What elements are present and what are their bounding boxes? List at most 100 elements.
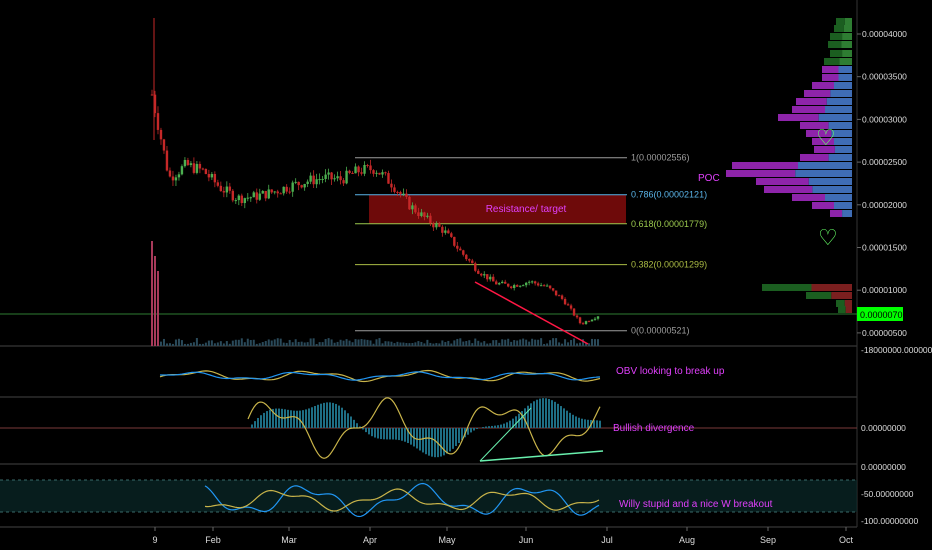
volume-profile-bar <box>830 210 843 217</box>
oscillator-bar <box>503 423 505 428</box>
volume-bar <box>264 340 267 346</box>
candle-body <box>566 304 570 306</box>
volume-bar <box>195 338 198 346</box>
oscillator-bar <box>545 398 547 428</box>
oscillator-bar <box>368 428 370 435</box>
volume-bar <box>390 341 393 346</box>
oscillator-bar <box>263 412 265 428</box>
volume-profile-bar <box>804 90 831 97</box>
candle-body <box>363 164 366 174</box>
volume-bar <box>291 342 294 346</box>
y-tick-label: 0.00003500 <box>862 72 907 82</box>
volume-bar <box>474 338 477 346</box>
volume-bar <box>318 342 321 346</box>
oscillator-bar <box>506 422 508 428</box>
candle-body <box>483 274 486 276</box>
y-tick-label: 0.00002000 <box>862 200 907 210</box>
fib-levels[interactable]: 1(0.00002556) 0.786(0.00002121) 0.618(0.00… <box>355 153 707 336</box>
candle-body <box>192 163 196 173</box>
oscillator-bar <box>440 428 442 457</box>
oscillator-bar <box>455 428 457 446</box>
candle-body <box>174 177 178 181</box>
candle-body <box>243 198 246 204</box>
oscillator-bar <box>278 408 280 428</box>
volume-bar <box>249 340 252 346</box>
oscillator-bar <box>569 412 571 428</box>
oscillator-bar <box>485 426 487 428</box>
oscillator-bar <box>500 424 502 428</box>
candle-body <box>375 172 378 174</box>
oscillator-bar <box>530 403 532 428</box>
oscillator-bar <box>557 403 559 428</box>
candle-body <box>462 250 465 255</box>
volume-bar <box>159 341 162 346</box>
volume-bar <box>243 342 246 346</box>
candle-body <box>279 193 282 195</box>
oscillator-bar <box>551 400 553 428</box>
volume-bar <box>327 338 330 346</box>
candle-body <box>378 172 381 175</box>
williams-annotation: Willy stupid and a nice W breakout <box>619 499 773 510</box>
volume-bar <box>216 342 219 346</box>
oscillator-bar <box>482 427 484 428</box>
oscillator-bar <box>458 428 460 444</box>
oscillator-bar <box>329 402 331 428</box>
volume-bar <box>489 343 492 346</box>
candle-body <box>360 172 363 174</box>
volume-profile-bar <box>808 178 852 185</box>
oscillator-bar <box>425 428 427 455</box>
candle-body <box>321 178 324 180</box>
volume-bar <box>477 340 480 346</box>
volume-bar <box>492 340 495 346</box>
volume-bar <box>546 343 549 346</box>
candle-body <box>240 195 243 204</box>
volume-profile-bar <box>843 25 852 32</box>
oscillator-bar <box>335 403 337 428</box>
pane-y-tick-label: -18000000.00000000 <box>861 345 932 355</box>
volume-bar <box>333 342 336 346</box>
volume-bar <box>555 338 558 346</box>
volume-bar <box>558 342 561 346</box>
candle-body <box>300 185 303 188</box>
candle-body <box>548 285 552 289</box>
y-tick-label: 0.00002500 <box>862 157 907 167</box>
volume-bar <box>219 341 222 346</box>
volume-bar <box>498 342 501 346</box>
volume-bar <box>405 343 408 346</box>
candle-body <box>441 226 444 233</box>
x-tick-label: Aug <box>679 535 695 545</box>
oscillator-bar <box>326 402 328 428</box>
y-tick-label: 0.00003000 <box>862 114 907 124</box>
volume-bar <box>162 338 165 346</box>
oscillator-bar <box>344 410 346 428</box>
volume-profile-bar <box>806 292 832 299</box>
chart-svg[interactable]: Resistance/ target 1(0.00002556) 0.786(0.… <box>0 0 932 550</box>
oscillator-bar <box>554 401 556 428</box>
candle-body <box>468 259 471 261</box>
candle-body <box>333 178 336 180</box>
volume-profile-bar <box>838 306 846 313</box>
candle-body <box>423 212 426 217</box>
oscillator-bar <box>347 413 349 428</box>
volume-bar <box>171 343 174 346</box>
candle-body <box>297 181 300 186</box>
oscillator-bar <box>356 423 358 428</box>
candle-body <box>309 175 312 182</box>
candle-body <box>252 192 255 198</box>
volume-bar <box>513 340 516 346</box>
x-tick-label: Jul <box>601 535 613 545</box>
volume-bar <box>453 340 456 346</box>
volume-bar <box>540 338 543 346</box>
candle-body <box>189 163 193 166</box>
candle-body <box>471 260 474 264</box>
candle-body <box>198 163 202 169</box>
candle-body <box>387 173 390 184</box>
oscillator-bar <box>365 428 367 433</box>
volume-bar <box>504 339 507 346</box>
volume-bar <box>330 339 333 346</box>
volume-bar <box>237 339 240 346</box>
oscillator-bar <box>374 428 376 438</box>
candle-body <box>264 190 267 199</box>
volume-bar <box>393 343 396 346</box>
oscillator-bar <box>266 411 268 428</box>
